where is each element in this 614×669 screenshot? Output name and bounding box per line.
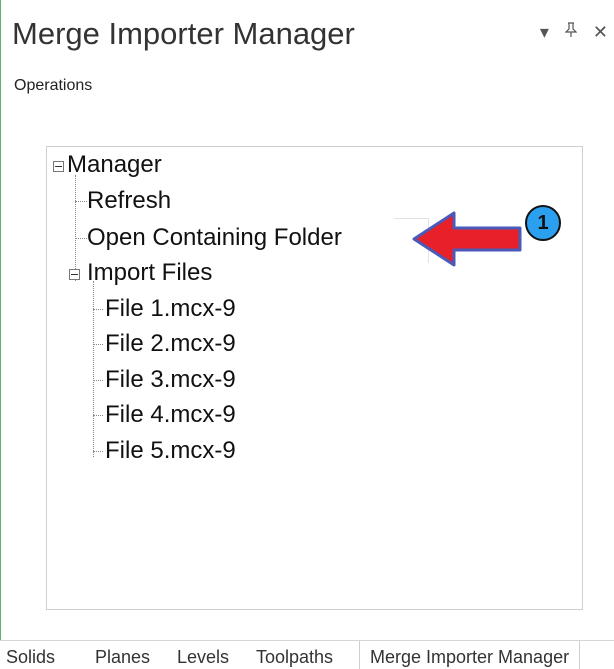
tree-node-file[interactable]: File 5.mcx-9 xyxy=(105,437,236,465)
tree-node-file[interactable]: File 3.mcx-9 xyxy=(105,366,236,394)
tree-connector xyxy=(93,451,103,452)
operations-menu[interactable]: Operations xyxy=(14,77,92,95)
tree-connector xyxy=(75,238,87,239)
tree-node-file[interactable]: File 2.mcx-9 xyxy=(105,330,236,358)
bottom-tab-bar: Solids Planes Levels Toolpaths Merge Imp… xyxy=(0,640,614,669)
step-number-badge: 1 xyxy=(525,205,561,241)
tree-connector xyxy=(93,415,103,416)
tree-node-import-files[interactable]: Import Files xyxy=(87,259,212,287)
tree-connector xyxy=(93,309,103,310)
tree-node-open-containing-folder[interactable]: Open Containing Folder xyxy=(87,224,342,252)
collapse-import-files-icon[interactable] xyxy=(69,269,80,280)
tab-planes[interactable]: Planes xyxy=(95,647,150,668)
collapse-manager-icon[interactable] xyxy=(53,161,64,172)
tree-connector xyxy=(93,344,103,345)
panel-title: Merge Importer Manager xyxy=(12,16,355,51)
tab-solids[interactable]: Solids xyxy=(6,647,55,668)
tree-node-file[interactable]: File 1.mcx-9 xyxy=(105,295,236,323)
tree-node-refresh[interactable]: Refresh xyxy=(87,187,171,215)
tree-node-file[interactable]: File 4.mcx-9 xyxy=(105,401,236,429)
tree-connector xyxy=(75,175,76,281)
tree-connector xyxy=(75,201,87,202)
tab-toolpaths[interactable]: Toolpaths xyxy=(256,647,333,668)
tree-connector xyxy=(93,281,94,457)
tab-levels[interactable]: Levels xyxy=(177,647,229,668)
tree-connector xyxy=(93,380,103,381)
annotation-arrow-icon xyxy=(412,211,522,267)
dropdown-icon[interactable]: ▾ xyxy=(540,22,549,42)
tab-merge-importer-manager[interactable]: Merge Importer Manager xyxy=(359,641,581,669)
pin-icon[interactable] xyxy=(564,22,578,42)
tree-node-manager[interactable]: Manager xyxy=(67,151,162,179)
panel-left-border xyxy=(0,0,1,640)
close-icon[interactable]: ✕ xyxy=(593,22,608,42)
panel-title-controls: ▾ ✕ xyxy=(540,22,608,42)
